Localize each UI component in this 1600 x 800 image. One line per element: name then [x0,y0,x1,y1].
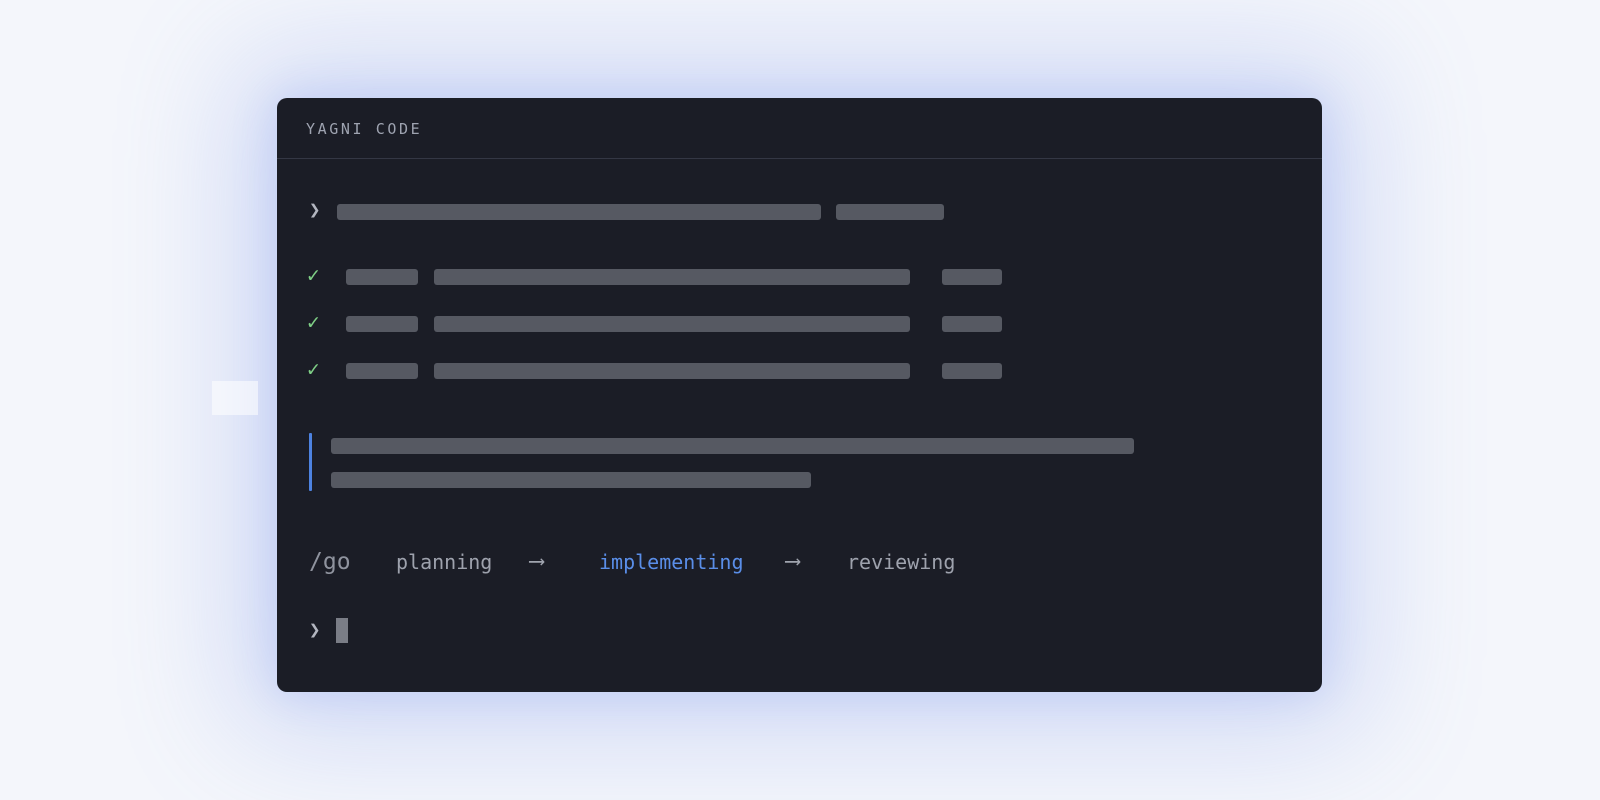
title-bar: YAGNI CODE [277,98,1322,159]
quote-line-placeholder [331,472,811,488]
task-description-placeholder [434,269,910,285]
checkmark-icon: ✓ [307,263,320,287]
go-command: /go [309,549,351,575]
quote-line-placeholder [331,438,1134,454]
app-title: YAGNI CODE [306,120,423,138]
stage-implementing: implementing [599,550,744,574]
prompt-text-placeholder [337,204,821,220]
task-name-placeholder [346,316,418,332]
stage-planning: planning [396,550,493,574]
task-meta-placeholder [942,269,1002,285]
input-chevron-icon: ❯ [309,619,321,641]
text-cursor[interactable] [336,618,348,643]
terminal-window: YAGNI CODE ❯ ✓ ✓ ✓ /go planning ⟶ implem… [277,98,1322,692]
stage-reviewing: reviewing [847,550,956,574]
task-description-placeholder [434,363,910,379]
checkmark-icon: ✓ [307,357,320,381]
background-artifact [212,381,258,415]
task-meta-placeholder [942,363,1002,379]
prompt-text-placeholder [836,204,944,220]
task-description-placeholder [434,316,910,332]
task-name-placeholder [346,269,418,285]
task-name-placeholder [346,363,418,379]
quote-rule [309,433,312,491]
task-meta-placeholder [942,316,1002,332]
prompt-chevron-icon: ❯ [309,199,321,221]
long-arrow-right-icon: ⟶ [786,549,800,574]
long-arrow-right-icon: ⟶ [530,549,544,574]
checkmark-icon: ✓ [307,310,320,334]
